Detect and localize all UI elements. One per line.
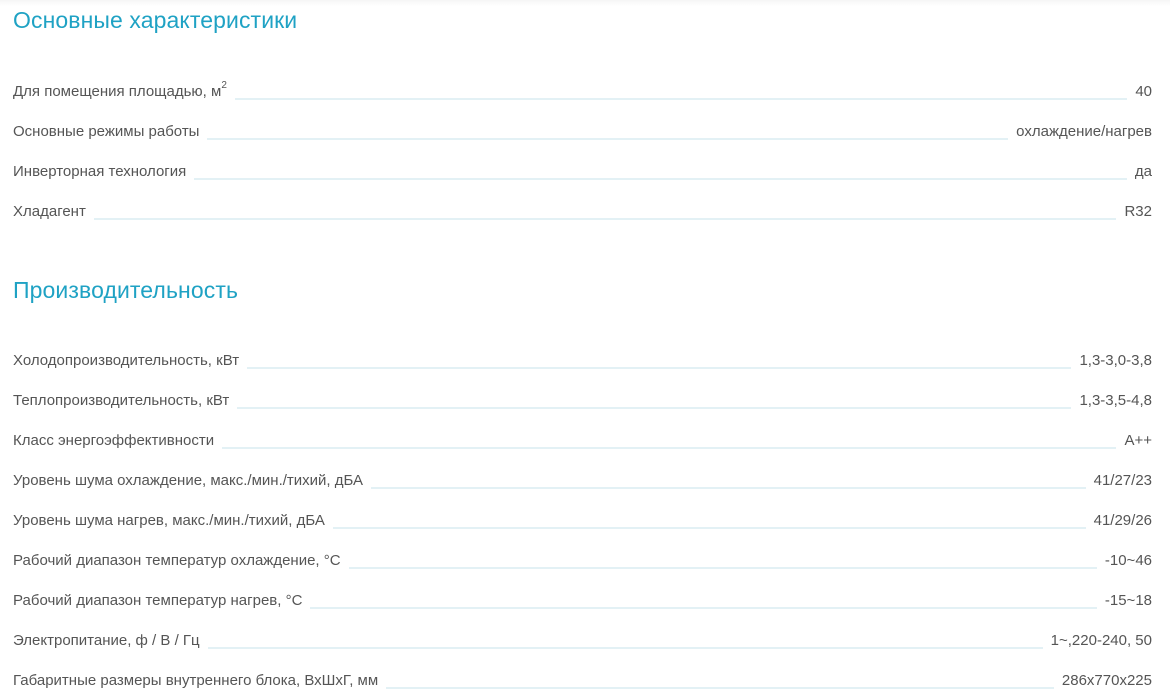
spec-label: Основные режимы работы bbox=[13, 123, 200, 140]
spec-label: Холодопроизводительность, кВт bbox=[13, 352, 240, 369]
spec-row-indoor-dimensions: Габаритные размеры внутреннего блока, Вх… bbox=[13, 651, 1152, 691]
superscript: 2 bbox=[221, 80, 227, 91]
leader-line bbox=[332, 527, 1086, 529]
spec-row-power-supply: Электропитание, ф / В / Гц 1~,220-240, 5… bbox=[13, 611, 1152, 651]
spec-value: 40 bbox=[1135, 83, 1152, 100]
section-main-characteristics: Основные характеристики Для помещения пл… bbox=[13, 7, 1152, 222]
leader-line bbox=[237, 407, 1072, 409]
spec-label: Электропитание, ф / В / Гц bbox=[13, 632, 200, 649]
leader-line bbox=[348, 567, 1097, 569]
spec-label: Для помещения площадью, м2 bbox=[13, 80, 227, 101]
spec-value: 41/29/26 bbox=[1093, 512, 1152, 529]
section-title: Производительность bbox=[13, 277, 239, 303]
spec-row-noise-heating: Уровень шума нагрев, макс./мин./тихий, д… bbox=[13, 491, 1152, 531]
spec-row-refrigerant: Хладагент R32 bbox=[13, 182, 1152, 222]
spec-value: 286х770х225 bbox=[1061, 672, 1152, 689]
spec-label: Теплопроизводительность, кВт bbox=[13, 392, 230, 409]
spec-value: да bbox=[1134, 163, 1152, 180]
spec-value: 1~,220-240, 50 bbox=[1050, 632, 1152, 649]
leader-line bbox=[371, 487, 1086, 489]
leader-line bbox=[234, 98, 1128, 100]
spec-value: охлаждение/нагрев bbox=[1016, 123, 1152, 140]
spec-value: 41/27/23 bbox=[1093, 472, 1152, 489]
spec-row-temp-range-cooling: Рабочий диапазон температур охлаждение, … bbox=[13, 531, 1152, 571]
spec-row-inverter: Инверторная технология да bbox=[13, 142, 1152, 182]
spec-row-temp-range-heating: Рабочий диапазон температур нагрев, °С -… bbox=[13, 571, 1152, 611]
leader-line bbox=[247, 367, 1072, 369]
leader-line bbox=[222, 447, 1117, 449]
leader-line bbox=[386, 687, 1054, 689]
spec-list: Для помещения площадью, м2 40 Основные р… bbox=[13, 62, 1152, 222]
top-shadow bbox=[0, 0, 1170, 6]
section-performance: Производительность Холодопроизводительно… bbox=[13, 277, 1152, 691]
leader-line bbox=[93, 218, 1117, 220]
leader-line bbox=[207, 647, 1043, 649]
leader-line bbox=[207, 138, 1009, 140]
spec-label: Уровень шума нагрев, макс./мин./тихий, д… bbox=[13, 512, 325, 529]
spec-label: Уровень шума охлаждение, макс./мин./тихи… bbox=[13, 472, 364, 489]
spec-value: R32 bbox=[1124, 203, 1152, 220]
spec-value: 1,3-3,0-3,8 bbox=[1079, 352, 1152, 369]
section-title: Основные характеристики bbox=[13, 7, 298, 33]
leader-line bbox=[194, 178, 1127, 180]
spec-value: A++ bbox=[1124, 432, 1152, 449]
spec-label: Рабочий диапазон температур нагрев, °С bbox=[13, 592, 303, 609]
spec-label: Рабочий диапазон температур охлаждение, … bbox=[13, 552, 341, 569]
spec-row-noise-cooling: Уровень шума охлаждение, макс./мин./тихи… bbox=[13, 451, 1152, 491]
spec-label: Класс энергоэффективности bbox=[13, 432, 215, 449]
spec-row-heating-capacity: Теплопроизводительность, кВт 1,3-3,5-4,8 bbox=[13, 371, 1152, 411]
spec-value: -15~18 bbox=[1104, 592, 1152, 609]
spec-label: Габаритные размеры внутреннего блока, Вх… bbox=[13, 672, 379, 689]
spec-label: Хладагент bbox=[13, 203, 86, 220]
spec-list: Холодопроизводительность, кВт 1,3-3,0-3,… bbox=[13, 331, 1152, 691]
spec-value: -10~46 bbox=[1104, 552, 1152, 569]
spec-row-operating-modes: Основные режимы работы охлаждение/нагрев bbox=[13, 102, 1152, 142]
spec-value: 1,3-3,5-4,8 bbox=[1079, 392, 1152, 409]
spec-row-room-area: Для помещения площадью, м2 40 bbox=[13, 62, 1152, 102]
spec-label: Инверторная технология bbox=[13, 163, 187, 180]
spec-row-cooling-capacity: Холодопроизводительность, кВт 1,3-3,0-3,… bbox=[13, 331, 1152, 371]
spec-row-energy-class: Класс энергоэффективности A++ bbox=[13, 411, 1152, 451]
leader-line bbox=[310, 607, 1097, 609]
